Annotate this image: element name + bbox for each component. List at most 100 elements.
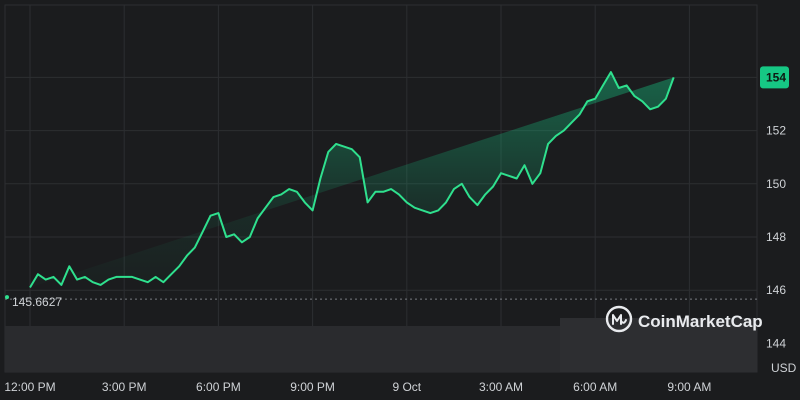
price-point bbox=[681, 0, 682, 1]
price-point bbox=[532, 183, 533, 184]
price-point bbox=[602, 85, 603, 86]
price-point bbox=[516, 178, 517, 179]
y-tick-label: 144 bbox=[766, 336, 786, 350]
price-point bbox=[673, 77, 674, 78]
x-tick-label: 9:00 PM bbox=[290, 380, 335, 394]
price-point bbox=[391, 189, 392, 190]
y-axis-unit: USD bbox=[771, 361, 797, 375]
price-point bbox=[29, 287, 30, 288]
x-tick-label: 6:00 AM bbox=[573, 380, 617, 394]
price-point bbox=[273, 197, 274, 198]
price-point bbox=[84, 276, 85, 277]
price-point bbox=[524, 165, 525, 166]
price-point bbox=[626, 85, 627, 86]
price-point bbox=[304, 202, 305, 203]
price-point bbox=[328, 151, 329, 152]
price-point bbox=[367, 202, 368, 203]
price-point bbox=[438, 210, 439, 211]
price-point bbox=[257, 218, 258, 219]
reference-label: 145.6627 bbox=[12, 295, 62, 309]
price-point bbox=[665, 98, 666, 99]
price-point bbox=[477, 204, 478, 205]
price-point bbox=[461, 183, 462, 184]
price-point bbox=[77, 279, 78, 280]
price-point bbox=[767, 0, 768, 1]
x-tick-label: 3:00 PM bbox=[102, 380, 147, 394]
price-point bbox=[618, 87, 619, 88]
price-point bbox=[37, 274, 38, 275]
y-tick-label: 150 bbox=[766, 177, 786, 191]
price-point bbox=[320, 178, 321, 179]
x-tick-label: 6:00 PM bbox=[196, 380, 241, 394]
price-point bbox=[736, 0, 737, 1]
price-point bbox=[218, 212, 219, 213]
current-price-label: 154 bbox=[766, 70, 786, 84]
price-point bbox=[226, 236, 227, 237]
price-point bbox=[642, 101, 643, 102]
price-point bbox=[147, 282, 148, 283]
x-tick-label: 9 Oct bbox=[392, 380, 421, 394]
price-point bbox=[124, 276, 125, 277]
reference-dot bbox=[5, 295, 9, 300]
price-point bbox=[634, 95, 635, 96]
price-point bbox=[343, 146, 344, 147]
price-point bbox=[155, 276, 156, 277]
price-point bbox=[312, 210, 313, 211]
price-point bbox=[139, 279, 140, 280]
price-point bbox=[414, 207, 415, 208]
price-point bbox=[241, 242, 242, 243]
price-point bbox=[697, 0, 698, 1]
price-point bbox=[579, 114, 580, 115]
price-point bbox=[548, 143, 549, 144]
price-point bbox=[398, 194, 399, 195]
coinmarketcap-wordmark: CoinMarketCap bbox=[638, 312, 763, 331]
price-point bbox=[100, 284, 101, 285]
price-point bbox=[752, 0, 753, 1]
price-point bbox=[288, 189, 289, 190]
price-point bbox=[359, 157, 360, 158]
price-point bbox=[406, 202, 407, 203]
price-point bbox=[508, 175, 509, 176]
x-axis-ticks: 12:00 PM 3:00 PM 6:00 PM 9:00 PM 9 Oct 3:00 A… bbox=[4, 380, 711, 394]
price-point bbox=[657, 106, 658, 107]
price-point bbox=[131, 276, 132, 277]
price-point bbox=[712, 0, 713, 1]
price-point bbox=[163, 282, 164, 283]
price-point bbox=[485, 194, 486, 195]
price-point bbox=[430, 212, 431, 213]
price-area bbox=[30, 72, 674, 288]
price-point bbox=[383, 191, 384, 192]
y-tick-label: 146 bbox=[766, 283, 786, 297]
y-tick-label: 148 bbox=[766, 230, 786, 244]
price-point bbox=[296, 191, 297, 192]
price-point bbox=[179, 266, 180, 267]
x-tick-label: 9:00 AM bbox=[667, 380, 711, 394]
price-point bbox=[445, 202, 446, 203]
price-point bbox=[194, 247, 195, 248]
price-point bbox=[422, 210, 423, 211]
price-point bbox=[69, 266, 70, 267]
price-point bbox=[45, 279, 46, 280]
x-tick-label: 3:00 AM bbox=[479, 380, 523, 394]
price-point bbox=[650, 109, 651, 110]
price-point bbox=[571, 122, 572, 123]
price-point bbox=[555, 135, 556, 136]
price-point bbox=[587, 101, 588, 102]
price-point bbox=[351, 149, 352, 150]
price-point bbox=[108, 279, 109, 280]
price-point bbox=[336, 143, 337, 144]
price-point bbox=[610, 71, 611, 72]
price-point bbox=[744, 0, 745, 1]
price-point bbox=[249, 236, 250, 237]
y-tick-label: 152 bbox=[766, 124, 786, 138]
price-point bbox=[563, 130, 564, 131]
price-point bbox=[759, 0, 760, 1]
price-point bbox=[281, 194, 282, 195]
price-points bbox=[29, 0, 768, 288]
price-point bbox=[53, 276, 54, 277]
price-point bbox=[210, 215, 211, 216]
price-point bbox=[92, 282, 93, 283]
price-point bbox=[705, 0, 706, 1]
price-point bbox=[234, 234, 235, 235]
price-point bbox=[202, 231, 203, 232]
